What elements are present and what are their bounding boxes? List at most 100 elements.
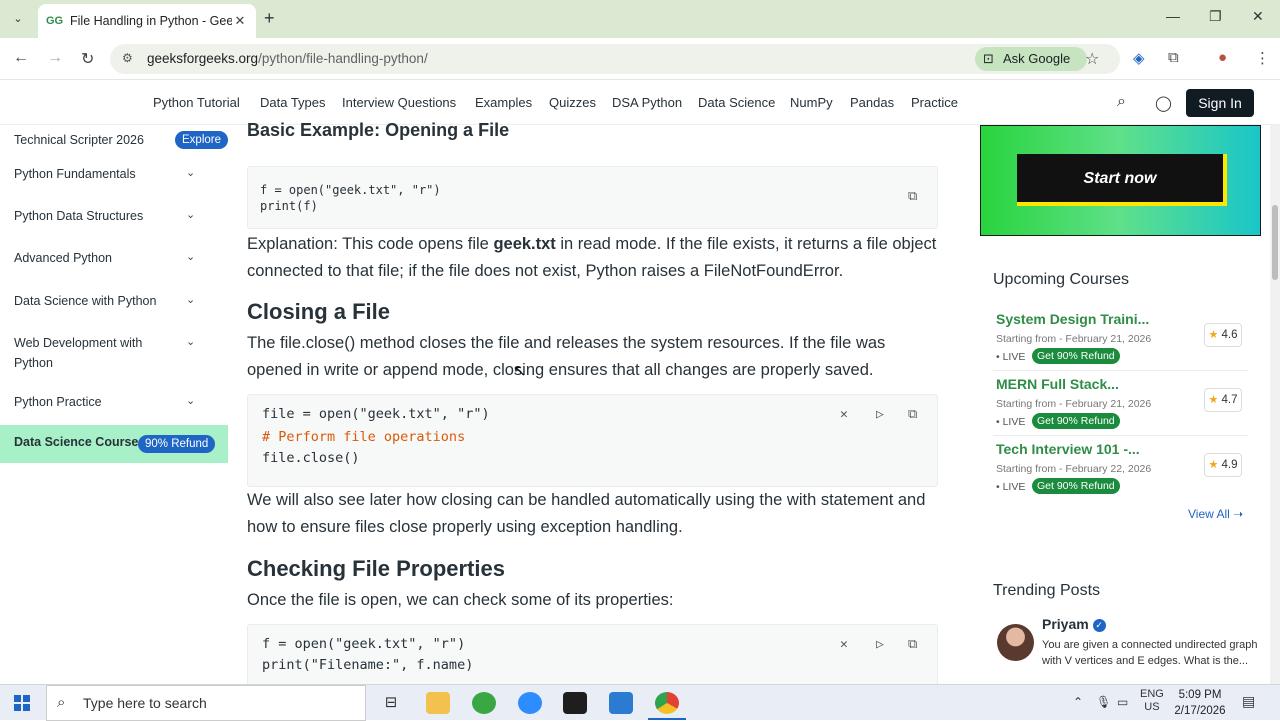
rating-badge: ★ 4.6 [1204, 323, 1242, 347]
promo-banner[interactable]: Start now [980, 125, 1261, 236]
nav-link-practice[interactable]: Practice [911, 95, 958, 110]
start-now-button[interactable]: Start now [1017, 154, 1227, 206]
heading-closing-a-file: Closing a File [247, 299, 391, 324]
close-output-icon[interactable]: ✕ [840, 637, 848, 652]
course-name[interactable]: System Design Traini... [996, 311, 1149, 327]
chat-icon[interactable]: ◯ [1155, 94, 1172, 112]
address-bar-row: ← → ↻ ⚙ geeksforgeeks.org/python/file-ha… [0, 38, 1280, 80]
sidebar-item-web-development[interactable]: Web Development with Python ⌄ [0, 333, 228, 375]
tab-search-icon[interactable]: ⌄ [8, 9, 28, 29]
minimize-icon[interactable]: — [1166, 8, 1180, 24]
browser-menu-icon[interactable]: ⋮ [1255, 49, 1270, 67]
scrollbar-thumb[interactable] [1272, 205, 1278, 280]
browser-tab[interactable]: GG File Handling in Python - Geeks ✕ [38, 4, 256, 38]
view-all-link[interactable]: View All ➝ [1188, 507, 1243, 521]
explore-pill[interactable]: Explore [175, 131, 228, 149]
explanation-paragraph: Explanation: This code opens file geek.t… [247, 231, 937, 285]
course-card[interactable]: MERN Full Stack... Starting from - Febru… [996, 376, 1246, 438]
copy-icon[interactable]: ⧉ [908, 637, 917, 652]
profile-icon[interactable]: ● [1218, 49, 1227, 66]
nav-link-pandas[interactable]: Pandas [850, 95, 894, 110]
rating-value: 4.6 [1221, 329, 1238, 341]
taskbar-search-placeholder: Type here to search [83, 695, 207, 711]
nav-link-data-science[interactable]: Data Science [698, 95, 775, 110]
terminal-icon[interactable] [563, 692, 587, 714]
back-icon[interactable]: ← [13, 49, 29, 67]
chevron-down-icon: ⌄ [186, 167, 196, 179]
chrome-icon[interactable] [655, 692, 679, 714]
torrent-app-icon[interactable] [472, 692, 496, 714]
url-host: geeksforgeeks.org [147, 51, 259, 66]
vscode-icon[interactable] [609, 692, 633, 714]
sidebar-item-python-fundamentals[interactable]: Python Fundamentals ⌄ [0, 164, 228, 186]
star-icon: ★ [1208, 459, 1219, 471]
notification-icon[interactable]: ▤ [1242, 693, 1255, 710]
copy-icon[interactable]: ⧉ [908, 407, 917, 422]
taskbar-search-input[interactable]: ⌕ Type here to search [46, 685, 366, 721]
code-comment: # Perform file operations [262, 429, 466, 445]
heading-checking-file-properties: Checking File Properties [247, 556, 505, 581]
sidebar-item-data-science-with-python[interactable]: Data Science with Python ⌄ [0, 291, 228, 313]
nav-link-examples[interactable]: Examples [475, 95, 532, 110]
sidebar-item-advanced-python[interactable]: Advanced Python ⌄ [0, 248, 228, 270]
new-tab-icon[interactable]: + [264, 8, 275, 29]
search-icon[interactable]: ⌕ [1117, 93, 1126, 111]
tray-chevron-up-icon[interactable]: ⌃ [1073, 695, 1083, 709]
avatar[interactable] [997, 624, 1034, 661]
file-explorer-icon[interactable] [426, 692, 450, 714]
copy-icon[interactable]: ⧉ [908, 189, 917, 204]
course-date: Starting from - February 21, 2026 [996, 398, 1152, 410]
post-author[interactable]: Priyam ✓ [1042, 616, 1106, 632]
system-clock[interactable]: 5:09 PM 2/17/2026 [1170, 687, 1230, 719]
ask-google-button[interactable]: ⊡ Ask Google [975, 47, 1087, 71]
tab-title: File Handling in Python - Geeks [70, 14, 232, 28]
course-name[interactable]: Tech Interview 101 -... [996, 441, 1140, 457]
windows-taskbar: ⌕ Type here to search ⊟ ⌃ 🎙 ▭ ENG US 5:09… [0, 684, 1280, 721]
sidebar-item-python-data-structures[interactable]: Python Data Structures ⌄ [0, 206, 228, 228]
nav-link-interview-questions[interactable]: Interview Questions [342, 95, 456, 110]
course-name[interactable]: MERN Full Stack... [996, 376, 1119, 392]
page-scrollbar[interactable] [1270, 125, 1280, 685]
code-block-basic: f = open("geek.txt", "r") print(f) ⧉ [247, 166, 938, 229]
author-name: Priyam [1042, 616, 1089, 632]
close-tab-icon[interactable]: ✕ [232, 13, 248, 29]
url-field[interactable]: ⚙ geeksforgeeks.org/python/file-handling… [110, 44, 1120, 74]
code-line: file.close() [262, 450, 360, 466]
course-card[interactable]: System Design Traini... Starting from - … [996, 311, 1246, 373]
extensions-puzzle-icon[interactable]: ⧉ [1168, 49, 1179, 66]
language-indicator[interactable]: ENG US [1140, 688, 1164, 714]
bookmark-star-icon[interactable]: ☆ [1085, 49, 1099, 69]
close-output-icon[interactable]: ✕ [840, 407, 848, 422]
nav-link-python-tutorial[interactable]: Python Tutorial [153, 95, 240, 110]
closing-note-paragraph: We will also see later how closing can b… [247, 491, 926, 536]
sidebar-item-python-practice[interactable]: Python Practice ⌄ [0, 392, 228, 414]
sidebar-item-label: Web Development with Python [14, 336, 143, 370]
task-view-icon[interactable]: ⊟ [379, 692, 403, 714]
windows-start-icon[interactable] [14, 695, 30, 711]
heading-basic-example: Basic Example: Opening a File [247, 120, 510, 140]
sidebar-item-technical-scripter[interactable]: Technical Scripter 2026 Explore [0, 130, 228, 152]
maximize-icon[interactable]: ❐ [1209, 8, 1222, 25]
nav-link-dsa-python[interactable]: DSA Python [612, 95, 682, 110]
nav-link-data-types[interactable]: Data Types [260, 95, 326, 110]
site-info-icon[interactable]: ⚙ [122, 51, 133, 65]
extension-icon[interactable]: ◈ [1133, 49, 1145, 67]
zoom-app-icon[interactable] [518, 692, 542, 714]
nav-link-quizzes[interactable]: Quizzes [549, 95, 596, 110]
microphone-icon[interactable]: 🎙 [1096, 695, 1111, 709]
clock-date: 2/17/2026 [1174, 705, 1226, 717]
sign-in-button[interactable]: Sign In [1186, 89, 1254, 117]
run-icon[interactable]: ▷ [876, 637, 884, 652]
forward-icon[interactable]: → [47, 49, 63, 67]
sidebar-item-label: Python Data Structures [14, 209, 144, 223]
code-block-properties: f = open("geek.txt", "r") print("Filenam… [247, 624, 938, 686]
nav-link-numpy[interactable]: NumPy [790, 95, 833, 110]
close-window-icon[interactable]: ✕ [1252, 8, 1264, 25]
post-excerpt[interactable]: You are given a connected undirected gra… [1042, 637, 1262, 669]
live-label: • LIVE [996, 481, 1026, 493]
network-icon[interactable]: ▭ [1117, 695, 1128, 709]
run-icon[interactable]: ▷ [876, 407, 884, 422]
sidebar-item-data-science-course[interactable]: Data Science Course 90% Refund [0, 425, 228, 463]
course-card[interactable]: Tech Interview 101 -... Starting from - … [996, 441, 1246, 503]
reload-icon[interactable]: ↻ [81, 49, 94, 69]
